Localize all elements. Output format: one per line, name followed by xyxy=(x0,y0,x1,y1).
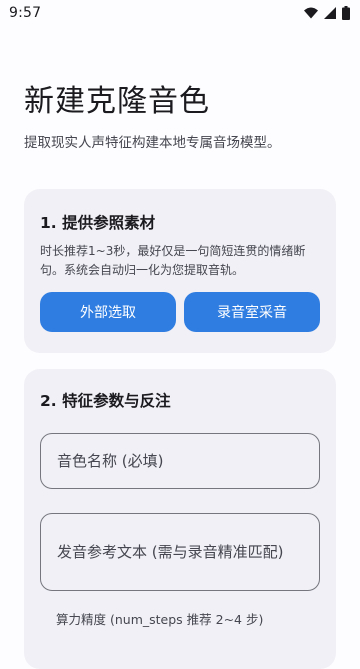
reference-material-card: 1. 提供参照素材 时长推荐1~3秒，最好仅是一句简短连贯的情绪断句。系统会自动… xyxy=(24,189,336,353)
cellular-signal-icon xyxy=(324,7,336,19)
page-subtitle: 提取现实人声特征构建本地专属音场模型。 xyxy=(24,135,281,151)
steps-hint-label: 算力精度 (num_steps 推荐 2~4 步) xyxy=(56,612,264,627)
studio-record-button[interactable]: 录音室采音 xyxy=(184,292,320,332)
reference-text-field[interactable]: 发音参考文本 (需与录音精准匹配) xyxy=(40,513,320,591)
voice-name-placeholder: 音色名称 (必填) xyxy=(57,452,164,470)
reference-description: 时长推荐1~3秒，最好仅是一句简短连贯的情绪断句。系统会自动归一化为您提取音轨。 xyxy=(40,244,306,277)
voice-name-field[interactable]: 音色名称 (必填) xyxy=(40,433,320,489)
feature-params-card: 2. 特征参数与反注 音色名称 (必填) 发音参考文本 (需与录音精准匹配) 算… xyxy=(24,369,336,669)
external-pick-button[interactable]: 外部选取 xyxy=(40,292,176,332)
reference-text-placeholder: 发音参考文本 (需与录音精准匹配) xyxy=(57,543,284,561)
section-title-params: 2. 特征参数与反注 xyxy=(40,392,171,410)
status-bar: 9:57 xyxy=(0,0,360,26)
section-title-reference: 1. 提供参照素材 xyxy=(40,214,156,232)
page-title: 新建克隆音色 xyxy=(24,84,210,119)
status-time: 9:57 xyxy=(9,5,42,21)
status-icons xyxy=(304,6,350,20)
wifi-icon xyxy=(304,7,318,19)
battery-icon xyxy=(342,6,350,20)
